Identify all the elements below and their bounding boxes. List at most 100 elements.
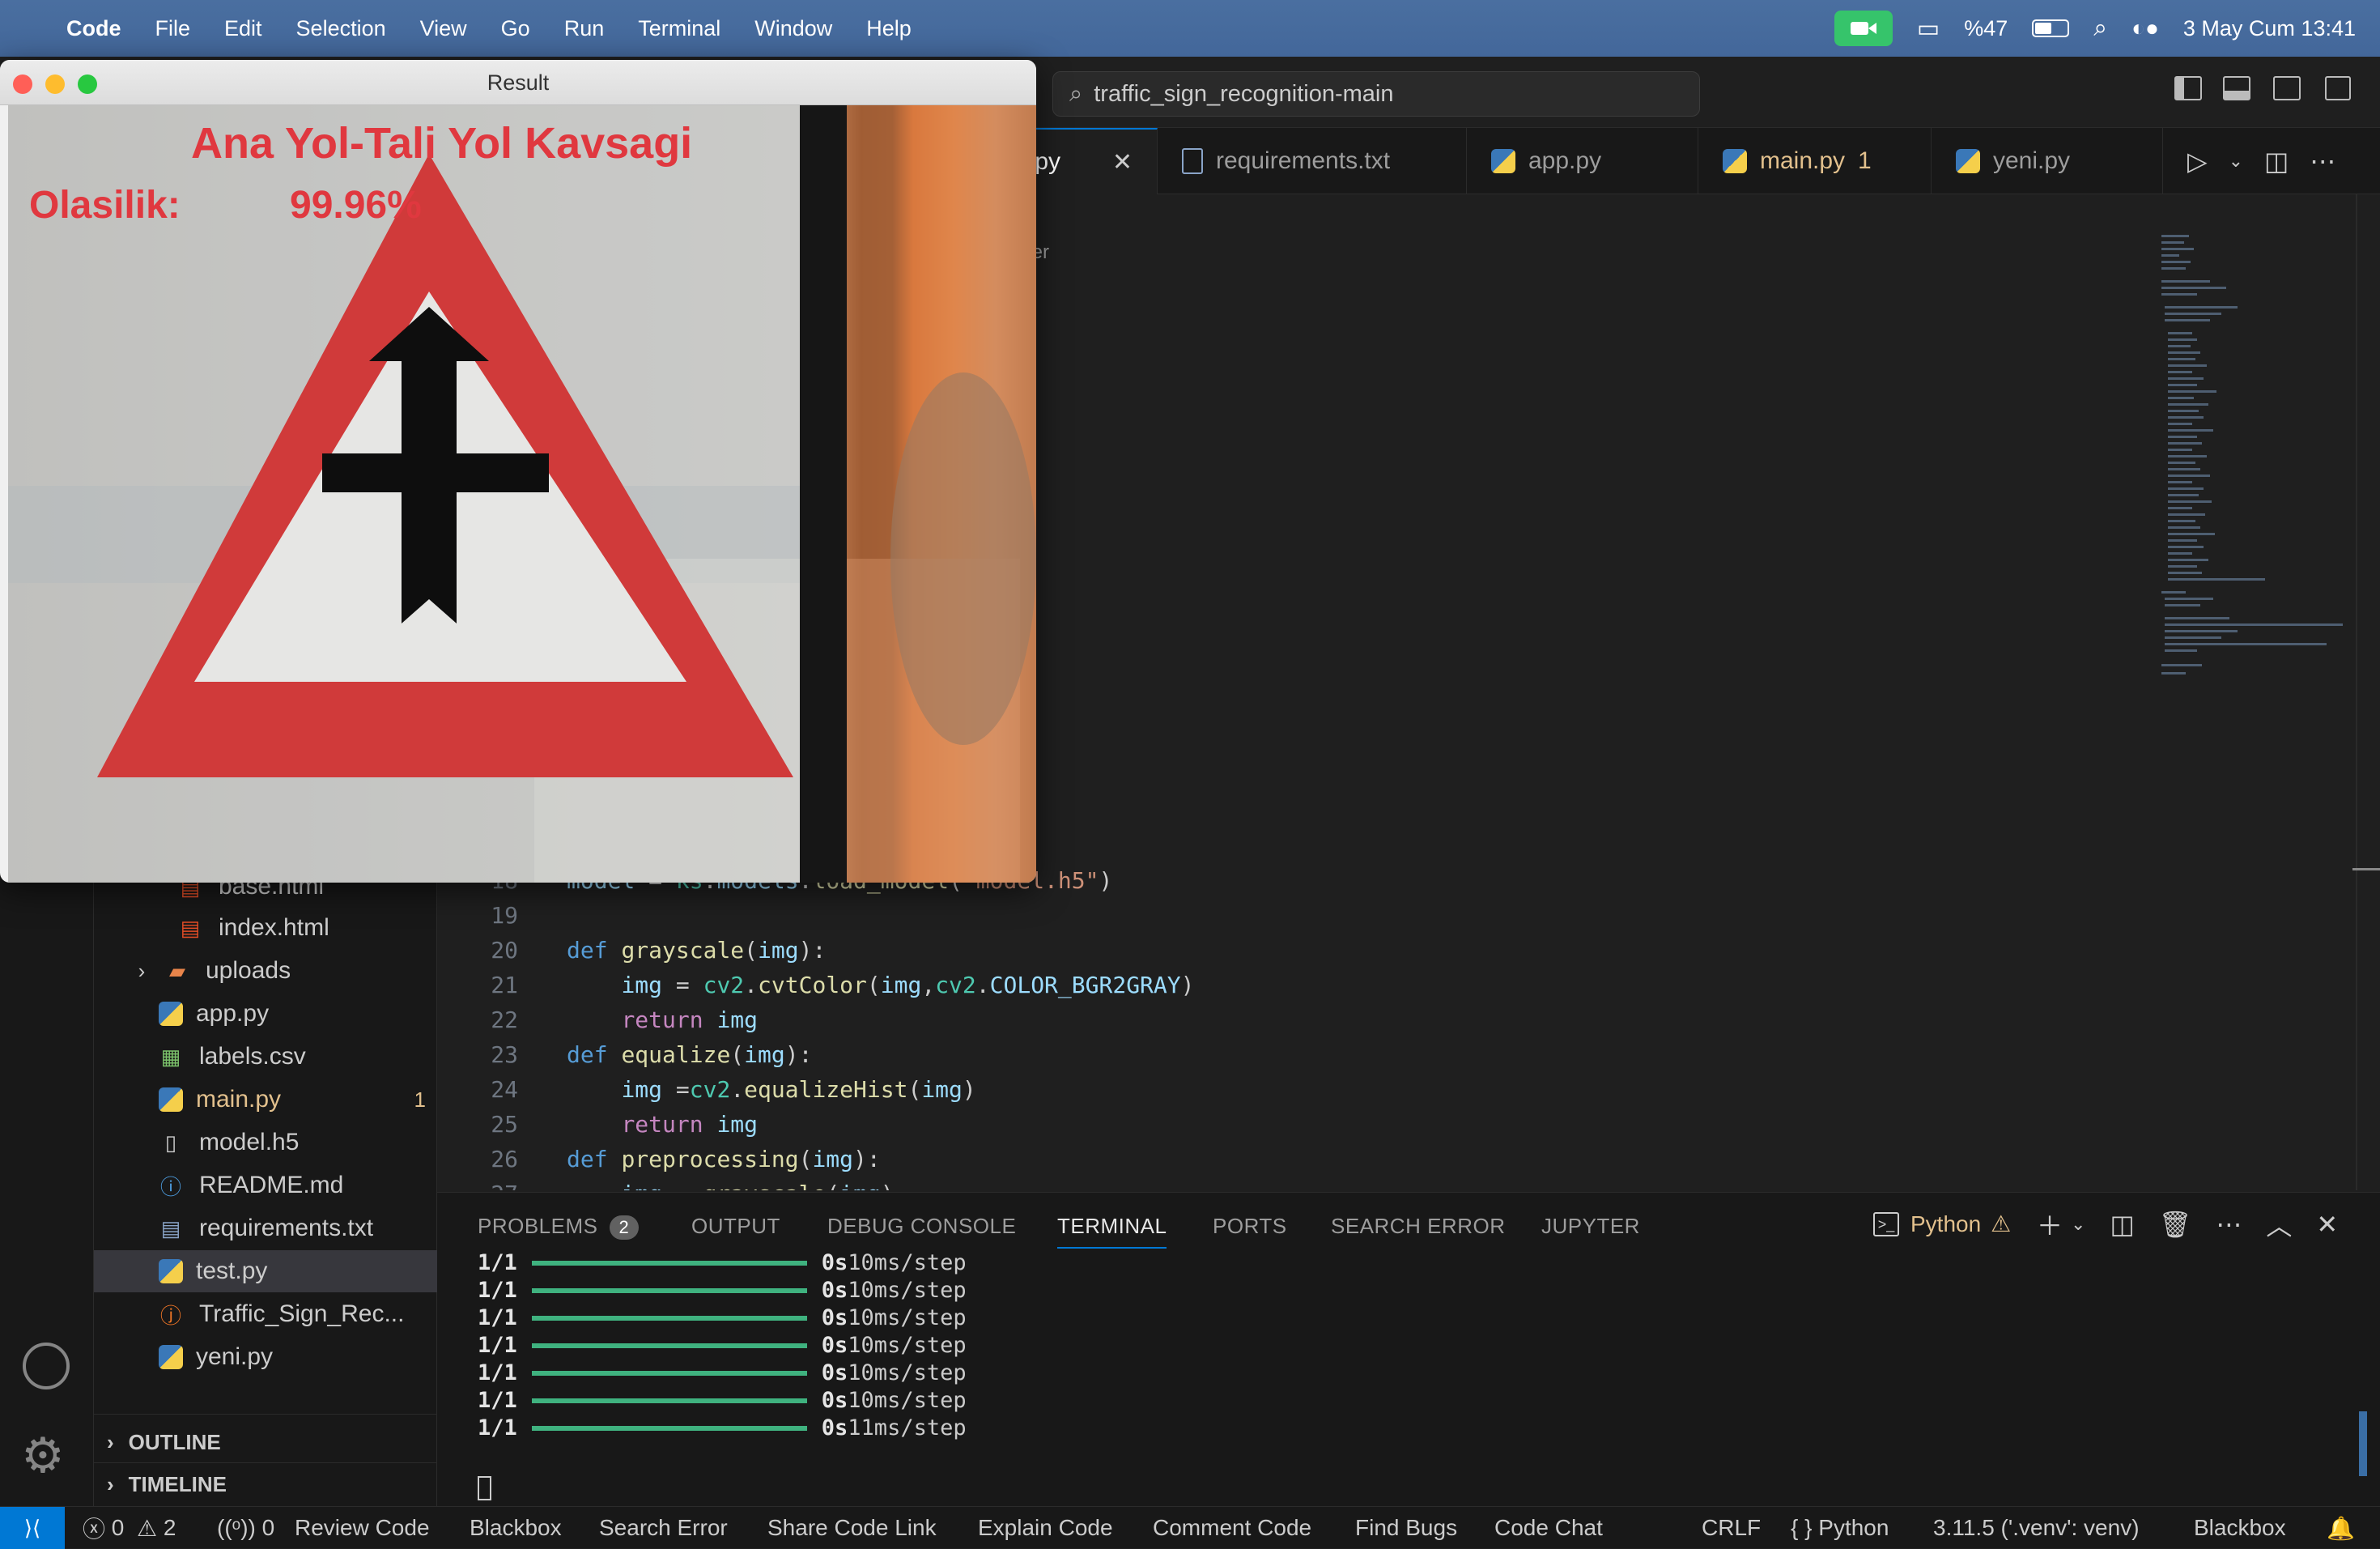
tab-app-py[interactable]: app.py [1467, 128, 1698, 194]
remote-indicator-icon[interactable]: ⟩⟨ [0, 1507, 65, 1549]
notifications-bell-icon[interactable]: 🔔 [2327, 1507, 2355, 1549]
file-readme[interactable]: ⓘ README.md [159, 1164, 343, 1206]
explorer-sidebar: ▤ base.html ▤ index.html › ▰ uploads app… [94, 866, 437, 1506]
file-test-py[interactable]: test.py [94, 1250, 437, 1292]
panel-tab-output[interactable]: OUTPUT [691, 1214, 780, 1239]
menu-help[interactable]: Help [866, 16, 912, 41]
panel-tab-jupyter[interactable]: JUPYTER [1541, 1214, 1640, 1239]
file-labels-csv[interactable]: ▦ labels.csv [159, 1036, 306, 1078]
new-terminal-icon[interactable]: ＋ [2037, 1206, 2063, 1243]
file-requirements[interactable]: ▤ requirements.txt [159, 1207, 373, 1249]
menu-app-name[interactable]: Code [66, 16, 121, 41]
terminal-cursor[interactable] [478, 1476, 491, 1500]
tab-main-py[interactable]: main.py 1 [1698, 128, 1932, 194]
status-language[interactable]: { } Python [1791, 1507, 1889, 1549]
status-blackbox-right[interactable]: Blackbox [2194, 1507, 2286, 1549]
toggle-sidebar-icon[interactable] [2174, 76, 2202, 100]
status-interpreter[interactable]: 3.11.5 ('.venv': venv) [1933, 1507, 2140, 1549]
menu-run[interactable]: Run [564, 16, 605, 41]
tab-test-py[interactable]: .py ✕ [1028, 128, 1158, 194]
panel-tab-terminal[interactable]: TERMINAL [1057, 1214, 1167, 1249]
terminal-actions: ＋ ⌄ ◫ 🗑 ⋯ ︿ ✕ [2037, 1206, 2338, 1243]
menu-go[interactable]: Go [501, 16, 530, 41]
file-model-h5[interactable]: ▯ model.h5 [159, 1121, 300, 1164]
folder-uploads[interactable]: › ▰ uploads [130, 950, 291, 992]
menu-window[interactable]: Window [754, 16, 832, 41]
file-label: test.py [196, 1257, 268, 1284]
battery-icon[interactable] [2032, 19, 2070, 37]
search-text: traffic_sign_recognition-main [1094, 80, 1394, 107]
result-window-titlebar[interactable]: Result [0, 60, 1036, 105]
file-label: yeni.py [196, 1343, 274, 1370]
divider [94, 1462, 437, 1463]
file-yeni-py[interactable]: yeni.py [159, 1336, 273, 1378]
broadcast-icon: ((ᵒ)) [217, 1515, 256, 1540]
status-review-code[interactable]: Review Code [295, 1507, 430, 1549]
tab-yeni-py[interactable]: yeni.py [1932, 128, 2163, 194]
ports-status[interactable]: ((ᵒ)) 0 [217, 1507, 274, 1549]
editor-vertical-ruler [2356, 194, 2357, 1190]
close-tab-icon[interactable]: ✕ [1112, 148, 1133, 177]
minimize-window-button[interactable] [45, 74, 65, 94]
status-comment-code[interactable]: Comment Code [1153, 1507, 1311, 1549]
problems-status[interactable]: ⓧ 0 ⚠ 2 [83, 1507, 176, 1549]
tab-label: requirements.txt [1216, 147, 1391, 174]
file-main-py[interactable]: main.py 1 [159, 1079, 426, 1121]
chevron-down-icon[interactable]: ⌄ [2229, 151, 2243, 172]
chevron-down-icon[interactable]: ⌄ [2071, 1214, 2085, 1235]
maximize-panel-icon[interactable]: ︿ [2266, 1206, 2292, 1243]
code-line: 24 img =cv2.equalizeHist(img) [491, 1076, 976, 1103]
panel-tab-debug-console[interactable]: DEBUG CONSOLE [827, 1214, 1016, 1239]
python-file-icon [159, 1259, 183, 1283]
file-app-py[interactable]: app.py [159, 993, 269, 1035]
status-blackbox[interactable]: Blackbox [470, 1507, 562, 1549]
panel-tab-search-error[interactable]: SEARCH ERROR [1331, 1214, 1505, 1239]
menu-edit[interactable]: Edit [224, 16, 262, 41]
result-window[interactable]: Result Ana Yol-Tali Yol Kavsagi Olasilik… [0, 60, 1036, 883]
panel-tab-problems[interactable]: PROBLEMS 2 [478, 1214, 640, 1240]
html-file-icon: ▤ [180, 915, 201, 940]
menubar-clock[interactable]: 3 May Cum 13:41 [2183, 16, 2356, 41]
menu-terminal[interactable]: Terminal [638, 16, 720, 41]
chevron-right-icon[interactable]: › [130, 959, 154, 984]
video-recording-icon[interactable] [1834, 11, 1893, 46]
status-explain-code[interactable]: Explain Code [978, 1507, 1113, 1549]
progress-bar [531, 1343, 807, 1348]
outline-section[interactable]: › OUTLINE [107, 1422, 221, 1462]
close-window-button[interactable] [13, 74, 32, 94]
status-find-bugs[interactable]: Find Bugs [1355, 1507, 1457, 1549]
more-actions-icon[interactable]: ⋯ [2310, 146, 2335, 177]
menu-file[interactable]: File [155, 16, 191, 41]
toggle-secondary-sidebar-icon[interactable] [2273, 76, 2301, 100]
close-panel-icon[interactable]: ✕ [2316, 1209, 2338, 1240]
menu-selection[interactable]: Selection [296, 16, 386, 41]
screen-mirroring-icon[interactable]: ▭ [1917, 15, 1940, 43]
trash-icon[interactable]: 🗑 [2159, 1209, 2192, 1240]
toggle-panel-icon[interactable] [2223, 76, 2250, 100]
file-index-html[interactable]: ▤ index.html [178, 907, 329, 949]
status-code-chat[interactable]: Code Chat [1494, 1507, 1603, 1549]
minimap[interactable] [2161, 235, 2356, 704]
split-terminal-icon[interactable]: ◫ [2110, 1209, 2134, 1240]
control-center-icon[interactable]: ◐● [2131, 15, 2159, 41]
accounts-icon[interactable] [23, 1343, 70, 1389]
panel-tab-ports[interactable]: PORTS [1213, 1214, 1287, 1239]
run-python-file-icon[interactable]: ▷ [2187, 146, 2208, 177]
spotlight-search-icon[interactable]: ⌕ [2093, 15, 2107, 42]
split-editor-icon[interactable]: ◫ [2264, 146, 2289, 177]
timeline-section[interactable]: › TIMELINE [107, 1464, 227, 1504]
zoom-window-button[interactable] [78, 74, 97, 94]
scrollbar-thumb[interactable] [2352, 868, 2380, 870]
status-eol[interactable]: CRLF [1702, 1507, 1761, 1549]
menu-view[interactable]: View [420, 16, 467, 41]
more-actions-icon[interactable]: ⋯ [2216, 1209, 2242, 1240]
command-center-search[interactable]: ⌕ traffic_sign_recognition-main [1052, 71, 1700, 117]
file-traffic-sign-notebook[interactable]: ⓙ Traffic_Sign_Rec... [159, 1293, 404, 1335]
terminal-shell-selector[interactable]: >_ Python ⚠ [1873, 1211, 2011, 1237]
tab-requirements[interactable]: requirements.txt [1158, 128, 1467, 194]
customize-layout-icon[interactable] [2325, 76, 2351, 100]
status-search-error[interactable]: Search Error [599, 1507, 728, 1549]
terminal-scrollbar[interactable] [2359, 1411, 2367, 1476]
status-share-code-link[interactable]: Share Code Link [767, 1507, 937, 1549]
settings-gear-icon[interactable]: ⚙ [21, 1428, 65, 1484]
